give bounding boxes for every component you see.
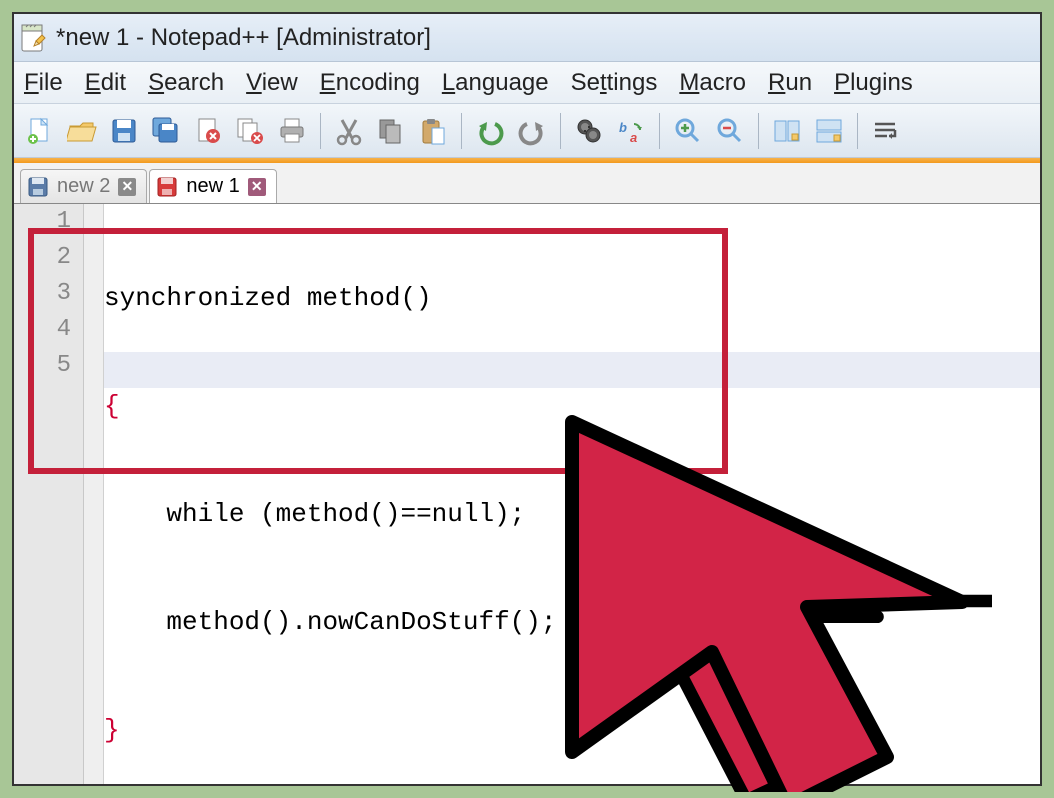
app-window: *new 1 - Notepad++ [Administrator] File … [12,12,1042,786]
tab-label: new 1 [186,175,239,198]
replace-button[interactable]: ba [613,113,649,149]
menu-run[interactable]: Run [768,69,812,97]
line-number: 5 [14,352,83,388]
save-button[interactable] [106,113,142,149]
line-number-gutter: 1 2 3 4 5 [14,204,84,784]
new-file-button[interactable] [22,113,58,149]
menu-file[interactable]: File [24,69,63,97]
tab-close-button[interactable]: ✕ [248,178,266,196]
menu-settings[interactable]: Settings [571,69,658,97]
copy-button[interactable] [373,113,409,149]
toolbar-separator [320,113,321,149]
close-button[interactable] [190,113,226,149]
save-all-button[interactable] [148,113,184,149]
zoom-in-button[interactable] [670,113,706,149]
menu-language[interactable]: Language [442,69,549,97]
code-content[interactable]: synchronized method() { while (method()=… [104,204,1040,784]
open-file-button[interactable] [64,113,100,149]
document-tab[interactable]: new 1 ✕ [149,169,276,203]
menu-macro[interactable]: Macro [679,69,746,97]
sync-v-button[interactable] [769,113,805,149]
toolbar-separator [659,113,660,149]
find-button[interactable] [571,113,607,149]
tab-close-button[interactable]: ✕ [118,178,136,196]
menu-edit[interactable]: Edit [85,69,126,97]
line-number: 2 [14,244,83,280]
menubar: File Edit Search View Encoding Language … [14,62,1040,104]
fold-margin [84,204,104,784]
unsaved-icon [156,176,178,198]
tab-strip: new 2 ✕ new 1 ✕ [14,158,1040,204]
zoom-out-button[interactable] [712,113,748,149]
paste-button[interactable] [415,113,451,149]
svg-text:b: b [619,120,627,135]
toolbar-separator [758,113,759,149]
window-title: *new 1 - Notepad++ [Administrator] [56,24,431,52]
menu-encoding[interactable]: Encoding [320,69,420,97]
save-state-icon [27,176,49,198]
editor-area[interactable]: 1 2 3 4 5 synchronized method() { while … [14,204,1040,784]
tab-label: new 2 [57,175,110,198]
app-icon [20,23,46,53]
undo-button[interactable] [472,113,508,149]
toolbar-separator [461,113,462,149]
toolbar-separator [857,113,858,149]
menu-search[interactable]: Search [148,69,224,97]
menu-plugins[interactable]: Plugins [834,69,913,97]
line-number: 4 [14,316,83,352]
toolbar-separator [560,113,561,149]
redo-button[interactable] [514,113,550,149]
svg-text:a: a [630,130,637,145]
print-button[interactable] [274,113,310,149]
sync-h-button[interactable] [811,113,847,149]
close-all-button[interactable] [232,113,268,149]
wrap-button[interactable] [868,113,904,149]
titlebar: *new 1 - Notepad++ [Administrator] [14,14,1040,62]
toolbar: ba [14,104,1040,158]
line-number: 1 [14,208,83,244]
line-number: 3 [14,280,83,316]
menu-view[interactable]: View [246,69,298,97]
cut-button[interactable] [331,113,367,149]
document-tab[interactable]: new 2 ✕ [20,169,147,203]
